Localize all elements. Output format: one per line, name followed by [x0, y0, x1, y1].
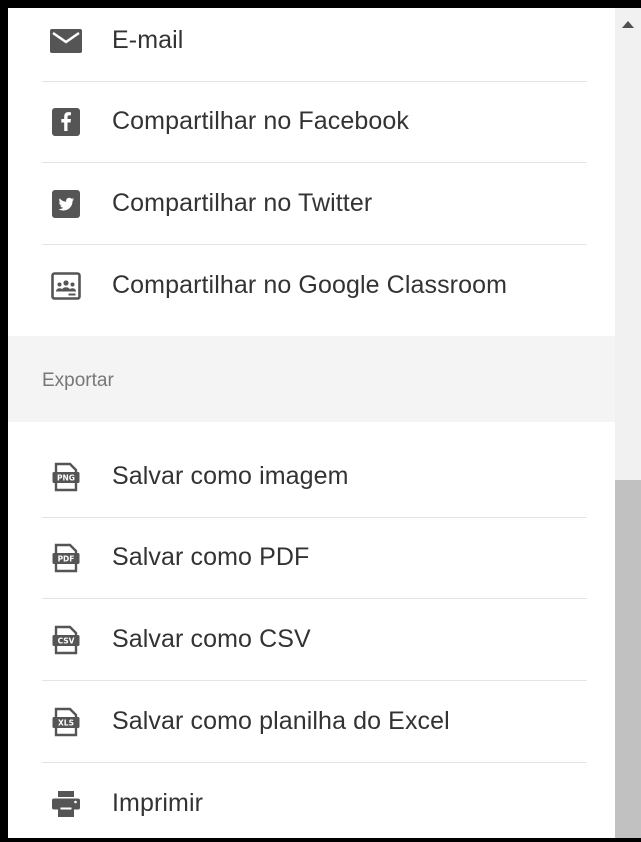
print-label: Imprimir — [112, 789, 204, 817]
scrollbar[interactable] — [615, 8, 641, 838]
svg-text:PDF: PDF — [58, 554, 75, 563]
mail-icon — [46, 21, 86, 61]
pdf-file-icon: PDF — [46, 538, 86, 578]
share-email-item[interactable]: E-mail — [42, 8, 587, 82]
svg-text:CSV: CSV — [58, 636, 75, 645]
share-twitter-item[interactable]: Compartilhar no Twitter — [42, 163, 587, 245]
save-as-excel-item[interactable]: XLS Salvar como planilha do Excel — [42, 681, 587, 763]
twitter-icon — [46, 184, 86, 224]
menu-content: E-mail Compartilhar no Facebook Comparti… — [8, 8, 615, 838]
csv-file-icon: CSV — [46, 620, 86, 660]
png-file-icon: PNG — [46, 457, 86, 497]
save-as-pdf-item[interactable]: PDF Salvar como PDF — [42, 517, 587, 599]
share-twitter-label: Compartilhar no Twitter — [112, 189, 373, 217]
google-classroom-icon — [46, 266, 86, 306]
scrollbar-thumb[interactable] — [615, 480, 641, 838]
share-email-label: E-mail — [112, 26, 184, 54]
save-as-csv-item[interactable]: CSV Salvar como CSV — [42, 599, 587, 681]
facebook-icon — [46, 102, 86, 142]
save-as-image-item[interactable]: PNG Salvar como imagem — [42, 436, 587, 518]
save-as-csv-label: Salvar como CSV — [112, 625, 311, 653]
xls-file-icon: XLS — [46, 702, 86, 742]
scroll-up-arrow-icon[interactable] — [622, 21, 634, 28]
printer-icon — [46, 784, 86, 824]
share-google-classroom-label: Compartilhar no Google Classroom — [112, 271, 508, 299]
print-item[interactable]: Imprimir — [42, 763, 587, 838]
share-facebook-item[interactable]: Compartilhar no Facebook — [42, 81, 587, 163]
share-menu-panel: E-mail Compartilhar no Facebook Comparti… — [8, 8, 641, 838]
save-as-pdf-label: Salvar como PDF — [112, 543, 310, 571]
save-as-excel-label: Salvar como planilha do Excel — [112, 707, 450, 735]
save-as-image-label: Salvar como imagem — [112, 462, 349, 490]
share-google-classroom-item[interactable]: Compartilhar no Google Classroom — [42, 245, 587, 326]
svg-text:PNG: PNG — [57, 473, 75, 482]
svg-text:XLS: XLS — [58, 718, 74, 727]
export-section-header: Exportar — [8, 336, 615, 422]
share-facebook-label: Compartilhar no Facebook — [112, 107, 409, 135]
export-section-title: Exportar — [42, 370, 114, 391]
